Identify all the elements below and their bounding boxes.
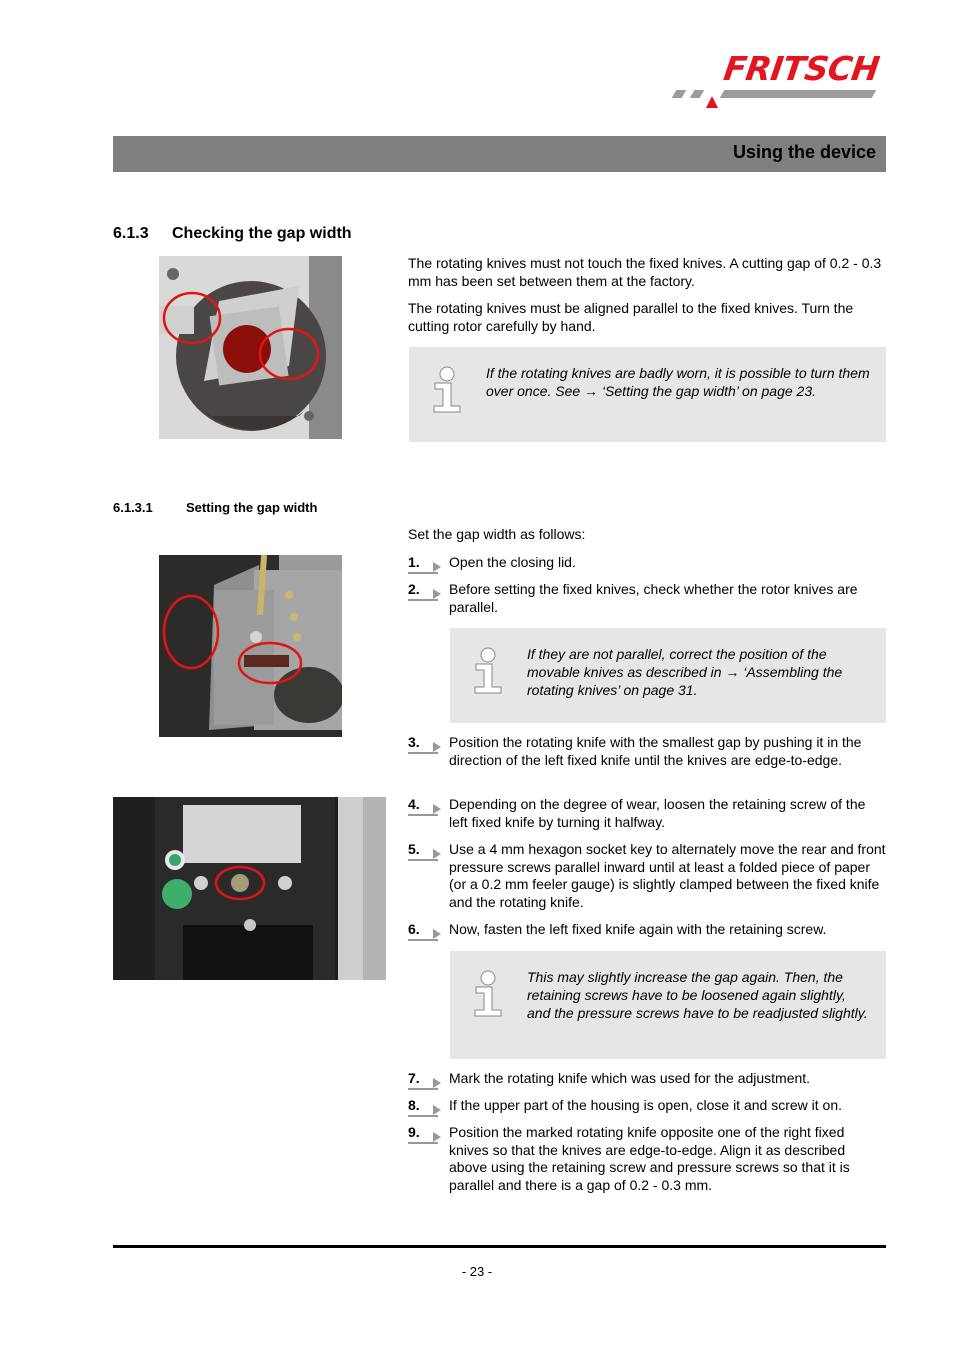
info-box: If the rotating knives are badly worn, i… <box>409 347 886 442</box>
info-icon <box>474 970 502 1017</box>
subsection-title: Setting the gap width <box>186 500 318 515</box>
info-text: This may slightly increase the gap again… <box>527 969 868 1021</box>
step-arrow-icon <box>433 1078 441 1088</box>
step-item: 6. Now, fasten the left fixed knife agai… <box>408 921 886 941</box>
step-number: 2. <box>408 581 420 597</box>
section-paragraph: The rotating knives must be aligned para… <box>408 300 854 334</box>
step-underline <box>408 814 438 816</box>
steps-intro: Set the gap width as follows: <box>408 526 586 542</box>
step-underline <box>408 1088 438 1090</box>
step-item: 2. Before setting the fixed knives, chec… <box>408 581 886 619</box>
retaining-screw-photo <box>113 797 386 980</box>
info-text: If the rotating knives are badly worn, i… <box>486 365 870 399</box>
subsection-number: 6.1.3.1 <box>113 500 153 515</box>
rotor-knives-photo <box>159 256 342 439</box>
step-text: If the upper part of the housing is open… <box>449 1097 843 1113</box>
step-text: Before setting the fixed knives, check w… <box>449 581 858 615</box>
chapter-title: Using the device <box>732 142 876 162</box>
step-text: Position the rotating knife with the sma… <box>449 734 862 768</box>
info-icon <box>474 647 502 694</box>
step-arrow-icon <box>433 1132 441 1142</box>
step-item: 1. Open the closing lid. <box>408 554 886 574</box>
step-arrow-icon <box>433 929 441 939</box>
step-underline <box>408 572 438 574</box>
info-box: This may slightly increase the gap again… <box>450 951 886 1059</box>
step-arrow-icon <box>433 849 441 859</box>
chapter-header: Using the device <box>113 136 886 172</box>
info-box: If they are not parallel, correct the po… <box>450 628 886 723</box>
step-underline <box>408 859 438 861</box>
logo-bar-segment <box>671 90 687 98</box>
step-item: 9. Position the marked rotating knife op… <box>408 1124 886 1196</box>
footer-rule <box>113 1245 886 1248</box>
info-icon <box>433 366 461 413</box>
page-number: - 23 - <box>461 1264 493 1279</box>
step-underline <box>408 1142 438 1144</box>
step-underline <box>408 752 438 754</box>
step-text: Position the marked rotating knife oppos… <box>449 1124 850 1193</box>
step-arrow-icon <box>433 742 441 752</box>
logo-wordmark: FRITSCH <box>721 49 882 88</box>
subsection-heading: 6.1.3.1 Setting the gap width <box>113 500 317 515</box>
step-arrow-icon <box>433 589 441 599</box>
step-text: Mark the rotating knife which was used f… <box>449 1070 811 1086</box>
step-number: 8. <box>408 1097 420 1113</box>
logo-triangle-icon <box>706 96 718 108</box>
step-arrow-icon <box>433 1105 441 1115</box>
step-item: 4. Depending on the degree of wear, loos… <box>408 796 886 834</box>
step-underline <box>408 1115 438 1117</box>
step-number: 4. <box>408 796 420 812</box>
step-text: Depending on the degree of wear, loosen … <box>449 796 866 830</box>
step-number: 9. <box>408 1124 420 1140</box>
step-item: 3. Position the rotating knife with the … <box>408 734 886 789</box>
section-title: Checking the gap width <box>172 225 352 242</box>
fritsch-logo: FRITSCH <box>668 49 888 112</box>
step-text: Now, fasten the left fixed knife again w… <box>449 921 827 937</box>
step-text: Open the closing lid. <box>449 554 576 570</box>
step-item: 7. Mark the rotating knife which was use… <box>408 1070 886 1090</box>
logo-bar-main <box>719 90 877 98</box>
info-text: If they are not parallel, correct the po… <box>527 646 843 698</box>
section-paragraph: The rotating knives must not touch the f… <box>408 255 882 289</box>
section-heading: 6.1.3 Checking the gap width <box>113 225 352 243</box>
logo-bar-segment <box>689 90 705 98</box>
step-arrow-icon <box>433 562 441 572</box>
step-number: 6. <box>408 921 420 937</box>
step-number: 1. <box>408 554 420 570</box>
step-item: 5. Use a 4 mm hexagon socket key to alte… <box>408 841 886 913</box>
step-underline <box>408 939 438 941</box>
step-arrow-icon <box>433 804 441 814</box>
section-number: 6.1.3 <box>113 225 149 242</box>
step-item: 8. If the upper part of the housing is o… <box>408 1097 886 1117</box>
step-number: 5. <box>408 841 420 857</box>
step-number: 7. <box>408 1070 420 1086</box>
fixed-knife-photo <box>159 555 342 737</box>
step-text: Use a 4 mm hexagon socket key to alterna… <box>449 841 886 910</box>
step-number: 3. <box>408 734 420 750</box>
step-underline <box>408 599 438 601</box>
